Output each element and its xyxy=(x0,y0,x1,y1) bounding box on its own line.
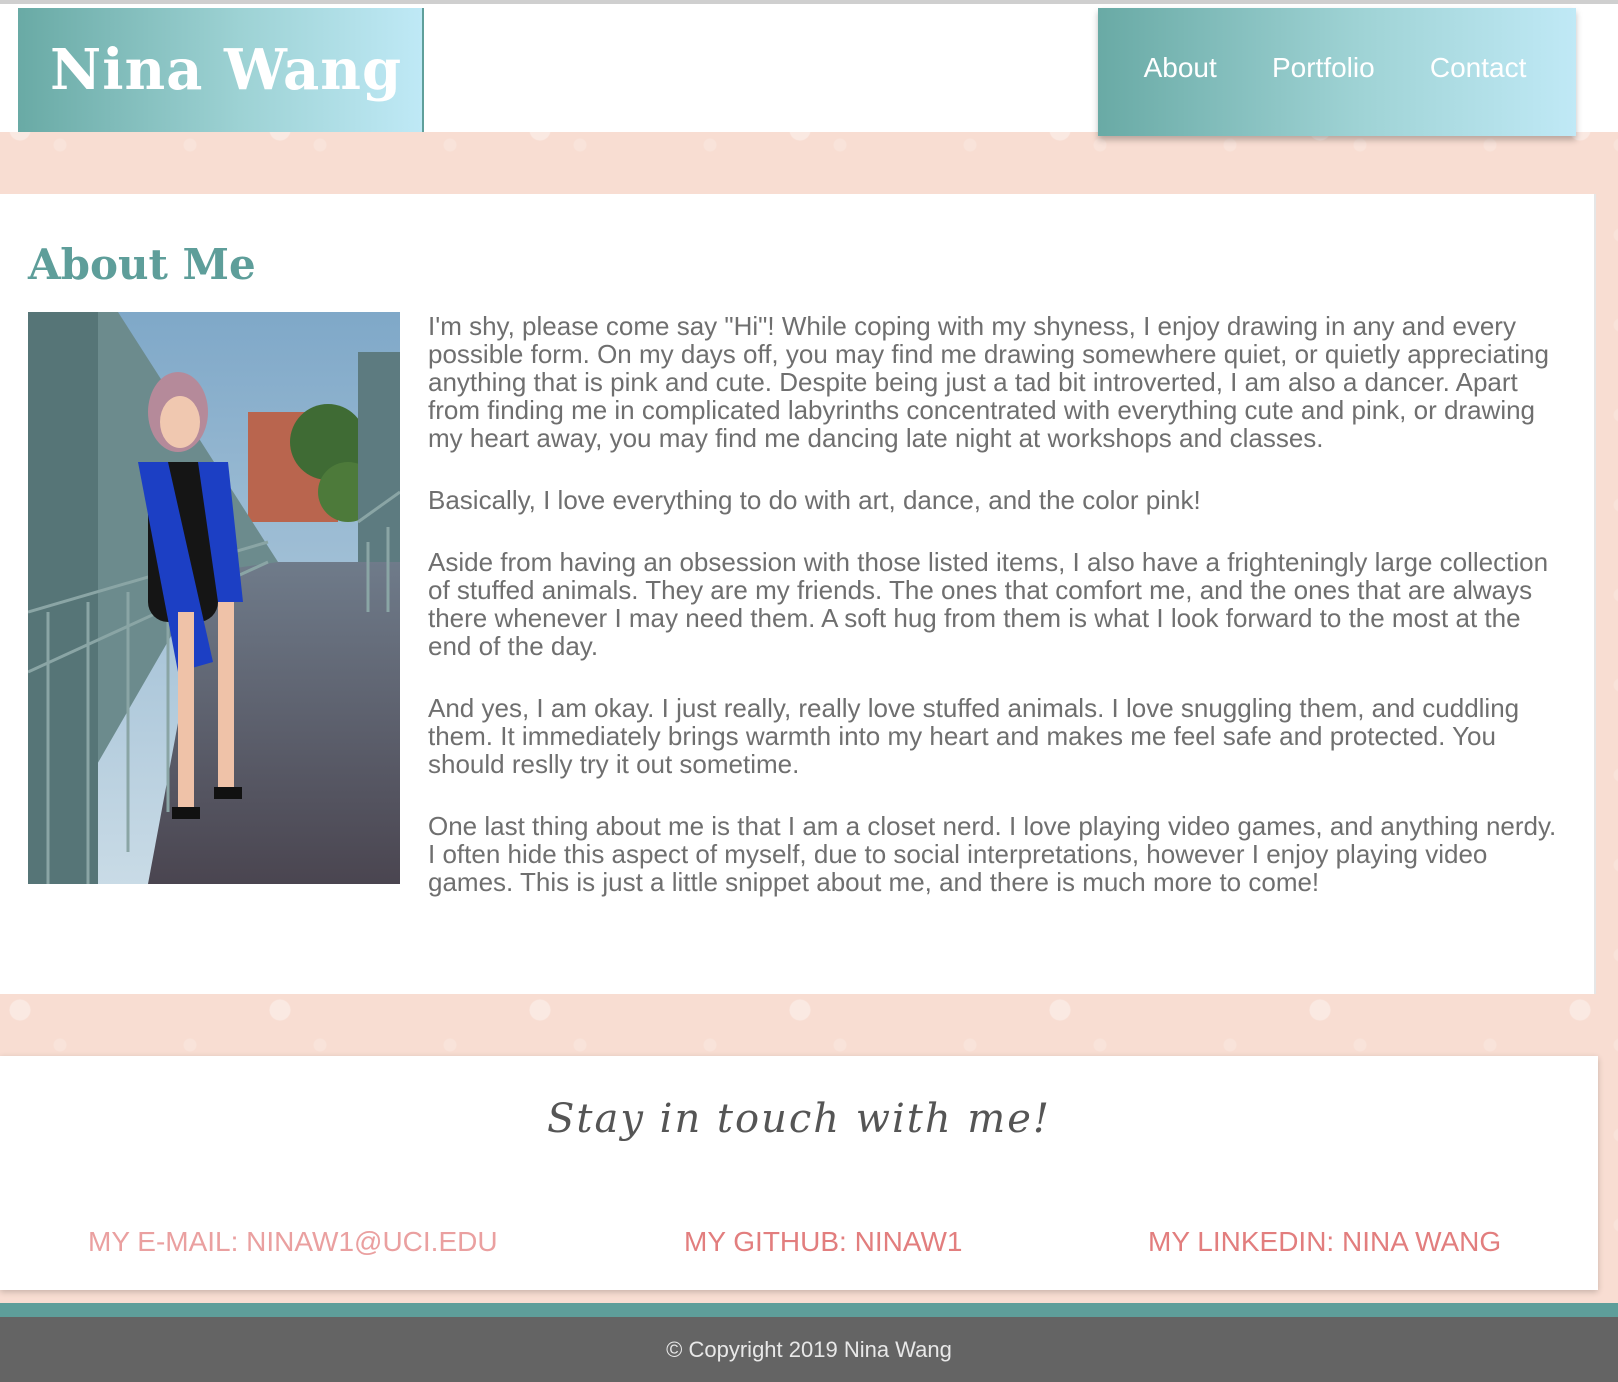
stay-in-touch-tagline: Stay in touch with me! xyxy=(547,1096,1051,1142)
about-paragraph: I'm shy, please come say "Hi"! While cop… xyxy=(428,311,1549,453)
about-paragraph: Basically, I love everything to do with … xyxy=(428,485,1201,515)
about-text: I'm shy, please come say "Hi"! While cop… xyxy=(428,312,1562,930)
site-header: Nina Wang About Portfolio Contact xyxy=(0,4,1618,136)
about-paragraph: One last thing about me is that I am a c… xyxy=(428,811,1557,897)
about-paragraph: And yes, I am okay. I just really, reall… xyxy=(428,693,1520,779)
profile-photo xyxy=(28,312,400,884)
copyright-text: © Copyright 2019 Nina Wang xyxy=(666,1336,952,1362)
main-nav: About Portfolio Contact xyxy=(1098,8,1576,136)
site-title[interactable]: Nina Wang xyxy=(50,37,402,103)
nav-contact-link[interactable]: Contact xyxy=(1430,52,1527,84)
contact-section: Stay in touch with me! MY E-MAIL: NINAW1… xyxy=(0,1056,1598,1290)
email-link[interactable]: MY E-MAIL: NINAW1@UCI.EDU xyxy=(88,1226,498,1258)
nav-about-link[interactable]: About xyxy=(1144,52,1217,84)
brand-block[interactable]: Nina Wang xyxy=(18,8,424,132)
about-heading: About Me xyxy=(28,240,256,289)
footer-accent-stripe xyxy=(0,1303,1618,1317)
github-link[interactable]: MY GITHUB: NINAW1 xyxy=(684,1226,962,1258)
about-section: About Me I'm shy, please come say "Hi"! … xyxy=(0,194,1596,994)
nav-portfolio-link[interactable]: Portfolio xyxy=(1272,52,1375,84)
linkedin-link[interactable]: MY LINKEDIN: NINA WANG xyxy=(1148,1226,1501,1258)
about-paragraph: Aside from having an obsession with thos… xyxy=(428,547,1549,661)
site-footer: © Copyright 2019 Nina Wang xyxy=(0,1317,1618,1382)
